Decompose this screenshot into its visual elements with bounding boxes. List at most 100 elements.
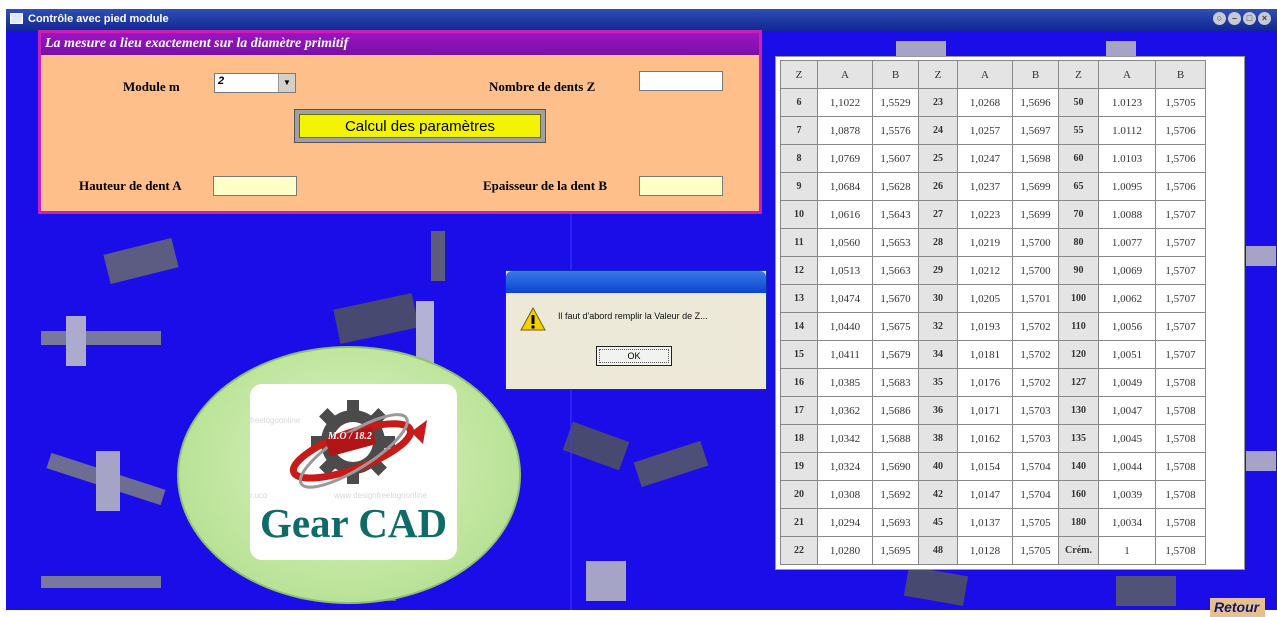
table-cell: 1,5663 [872, 256, 919, 285]
table-cell: 1,0181 [957, 340, 1013, 369]
table-cell: 1,0049 [1098, 368, 1156, 397]
table-cell: 100 [1058, 284, 1099, 313]
table-row: 14 1,0440 1,5675 32 1,0193 1,5702 110 1,0056 1,5… [780, 312, 1206, 341]
calcul-button[interactable]: Calcul des paramètres [294, 109, 546, 143]
table-cell: 1,0324 [817, 452, 873, 481]
table-cell: 1,5576 [872, 116, 919, 145]
minimize-button[interactable]: – [1228, 12, 1241, 25]
table-cell: 36 [918, 396, 958, 425]
table-row: 12 1,0513 1,5663 29 1,0212 1,5700 90 1,0069 1,57… [780, 256, 1206, 285]
table-header-cell: Z [918, 60, 958, 89]
table-cell: 1,5708 [1155, 480, 1206, 509]
table-cell: 1,5670 [872, 284, 919, 313]
gear-logo-icon [289, 400, 427, 489]
warning-dialog: Il faut d'abord remplir la Valeur de Z..… [505, 270, 767, 390]
table-cell: 1,5683 [872, 368, 919, 397]
table-cell: 1,5707 [1155, 200, 1206, 229]
table-cell: 1,0034 [1098, 508, 1156, 537]
table-cell: 60 [1058, 144, 1099, 173]
calcul-button-label: Calcul des paramètres [299, 114, 541, 138]
table-cell: 110 [1058, 312, 1099, 341]
table-cell: 1,1022 [817, 88, 873, 117]
epaisseur-field[interactable] [639, 176, 723, 196]
table-cell: 21 [780, 508, 818, 537]
table-cell: 160 [1058, 480, 1099, 509]
table-cell: 1,5707 [1155, 228, 1206, 257]
table-cell: 1,5708 [1155, 508, 1206, 537]
table-cell: 1,5704 [1012, 452, 1059, 481]
table-cell: 1,0171 [957, 396, 1013, 425]
table-row: 8 1,0769 1,5607 25 1,0247 1,5698 60 1.0103 1,570… [780, 144, 1206, 173]
reference-table: ZABZABZAB 6 1,1022 1,5529 23 1,0268 1,5696 50 1… [780, 60, 1206, 565]
table-cell: 1,5700 [1012, 256, 1059, 285]
table-cell: 1,5707 [1155, 284, 1206, 313]
table-cell: 1.0123 [1098, 88, 1156, 117]
module-select[interactable]: 2 ▼ [214, 73, 296, 93]
chevron-down-icon[interactable]: ▼ [278, 74, 295, 92]
table-cell: 1,5703 [1012, 396, 1059, 425]
table-cell: 1,0047 [1098, 396, 1156, 425]
table-row: 7 1,0878 1,5576 24 1,0257 1,5697 55 1.0112 1,570… [780, 116, 1206, 145]
table-cell: 1,0268 [957, 88, 1013, 117]
table-cell: 1,0193 [957, 312, 1013, 341]
table-cell: 80 [1058, 228, 1099, 257]
help-button[interactable]: ○ [1213, 12, 1226, 25]
table-cell: 30 [918, 284, 958, 313]
table-cell: 1.0088 [1098, 200, 1156, 229]
table-cell: 1,5695 [872, 536, 919, 565]
table-cell: 1,0154 [957, 452, 1013, 481]
table-cell: 1,5529 [872, 88, 919, 117]
table-cell: 50 [1058, 88, 1099, 117]
nombre-dents-input[interactable] [639, 71, 723, 91]
table-cell: 40 [918, 452, 958, 481]
maximize-button[interactable]: □ [1243, 12, 1256, 25]
table-cell: 1,5675 [872, 312, 919, 341]
ok-button[interactable]: OK [596, 346, 672, 366]
panel-header: La mesure a lieu exactement sur la diamè… [41, 33, 759, 55]
table-cell: 1,5706 [1155, 172, 1206, 201]
table-cell: 1,0385 [817, 368, 873, 397]
table-row: 10 1,0616 1,5643 27 1,0223 1,5699 70 1.0088 1,57… [780, 200, 1206, 229]
table-cell: 1,5690 [872, 452, 919, 481]
table-cell: 1,5708 [1155, 396, 1206, 425]
close-button[interactable]: × [1258, 12, 1271, 25]
table-cell: 27 [918, 200, 958, 229]
table-cell: 1,5704 [1012, 480, 1059, 509]
table-row: 6 1,1022 1,5529 23 1,0268 1,5696 50 1.0123 1,570… [780, 88, 1206, 117]
table-cell: 1,0513 [817, 256, 873, 285]
table-cell: 1,5699 [1012, 172, 1059, 201]
table-cell: 6 [780, 88, 818, 117]
table-cell: 1,0128 [957, 536, 1013, 565]
nombre-dents-label: Nombre de dents Z [489, 79, 596, 94]
table-cell: 34 [918, 340, 958, 369]
table-cell: 1,0474 [817, 284, 873, 313]
table-cell: 1,5653 [872, 228, 919, 257]
table-cell: 1,0362 [817, 396, 873, 425]
table-cell: 1,0411 [817, 340, 873, 369]
table-cell: 1,0616 [817, 200, 873, 229]
table-cell: 140 [1058, 452, 1099, 481]
table-cell: 1,0308 [817, 480, 873, 509]
table-cell: 45 [918, 508, 958, 537]
table-cell: 1,0684 [817, 172, 873, 201]
hauteur-field[interactable] [213, 176, 297, 196]
table-cell: 42 [918, 480, 958, 509]
title-bar-background [6, 9, 1277, 31]
table-header-cell: A [1098, 60, 1156, 89]
table-cell: 11 [780, 228, 818, 257]
table-cell: 48 [918, 536, 958, 565]
table-cell: 1,5700 [1012, 228, 1059, 257]
table-row: 9 1,0684 1,5628 26 1,0237 1,5699 65 1.0095 1,570… [780, 172, 1206, 201]
table-cell: 1,5679 [872, 340, 919, 369]
retour-button[interactable]: Retour [1210, 598, 1266, 617]
table-header-cell: B [1012, 60, 1059, 89]
table-cell: 70 [1058, 200, 1099, 229]
table-cell: 1,0237 [957, 172, 1013, 201]
table-cell: 7 [780, 116, 818, 145]
table-cell: 1,0137 [957, 508, 1013, 537]
table-cell: 1,0342 [817, 424, 873, 453]
table-cell: 19 [780, 452, 818, 481]
table-cell: 1,5693 [872, 508, 919, 537]
table-cell: 1.0077 [1098, 228, 1156, 257]
gear-cad-logo: freelogoonline M.O / 18.2 r.uco www.desi… [250, 384, 457, 560]
